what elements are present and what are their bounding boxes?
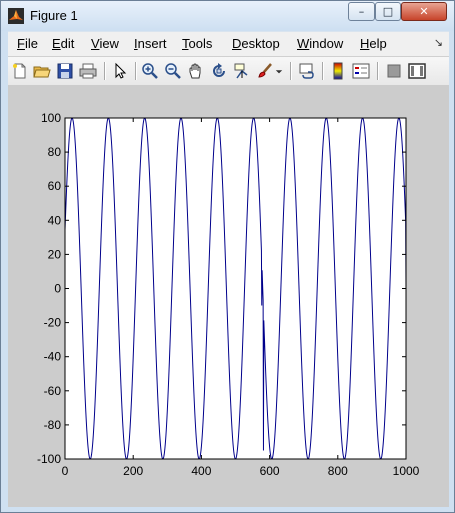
x-tick-label: 600 [260,464,280,478]
menu-file[interactable]: File [17,36,38,51]
minimize-icon: – [358,5,365,18]
menu-tools[interactable]: Tools [182,36,212,51]
menu-desktop[interactable]: Desktop [232,36,280,51]
minimize-button[interactable]: – [348,2,375,21]
toolbar-separator [377,62,378,80]
data-cursor-icon[interactable] [232,61,252,81]
new-figure-icon[interactable] [10,61,30,81]
y-tick-label: 40 [48,213,62,227]
y-tick-label: -80 [44,418,62,432]
y-tick-label: 60 [48,179,62,193]
legend-icon[interactable] [351,61,371,81]
figure-toolbar [8,56,449,86]
open-file-icon[interactable] [32,61,52,81]
hide-plot-tools-icon[interactable] [384,61,404,81]
menu-edit[interactable]: Edit [52,36,74,51]
pointer-icon[interactable] [110,61,130,81]
y-tick-label: -100 [37,452,61,466]
y-tick-label: -60 [44,384,62,398]
menu-window[interactable]: Window [297,36,343,51]
zoom-out-icon[interactable] [163,61,183,81]
toolbar-separator [322,62,323,80]
y-tick-label: 80 [48,145,62,159]
window-title: Figure 1 [30,8,78,23]
line-plot[interactable]: 0 200 400 600 800 1000 -100 -80 -60 -40 -20 0 20 40 60… [8,85,449,507]
menu-insert[interactable]: Insert [134,36,167,51]
matlab-logo-icon [8,8,24,24]
y-tick-label: -40 [44,350,62,364]
brush-icon[interactable] [255,61,275,81]
y-tick-label: 20 [48,247,62,261]
link-plot-icon[interactable] [297,61,317,81]
maximize-button[interactable]: □ [375,2,401,21]
menu-view[interactable]: View [91,36,119,51]
brush-dropdown-icon[interactable] [274,61,284,81]
x-tick-label: 1000 [393,464,420,478]
y-tick-label: 100 [41,111,61,125]
y-tick-label: -20 [44,316,62,330]
menu-help[interactable]: Help [360,36,387,51]
toolbar-separator [135,62,136,80]
save-icon[interactable] [55,61,75,81]
rotate-3d-icon[interactable] [209,61,229,81]
x-tick-label: 800 [328,464,348,478]
print-icon[interactable] [78,61,98,81]
axes-background [65,118,406,459]
menu-bar: File Edit View Insert Tools Desktop Wind… [8,31,449,56]
pan-icon[interactable] [186,61,206,81]
figure-canvas[interactable]: 0 200 400 600 800 1000 -100 -80 -60 -40 -20 0 20 40 60… [8,85,449,507]
x-tick-label: 0 [62,464,69,478]
toolbar-separator [290,62,291,80]
figure-window: Figure 1 – □ ✕ File Edit View Insert Too… [0,0,455,513]
title-bar[interactable]: Figure 1 – □ ✕ [1,1,454,31]
x-tick-label: 400 [191,464,211,478]
maximize-icon: □ [382,5,394,18]
close-button[interactable]: ✕ [401,2,447,21]
show-plot-tools-icon[interactable] [407,61,427,81]
toolbar-separator [104,62,105,80]
x-tick-label: 200 [123,464,143,478]
y-tick-label: 0 [54,282,61,296]
zoom-in-icon[interactable] [140,61,160,81]
colorbar-icon[interactable] [328,61,348,81]
dock-arrow-icon[interactable]: ↘ [434,36,443,49]
close-icon: ✕ [419,5,429,18]
